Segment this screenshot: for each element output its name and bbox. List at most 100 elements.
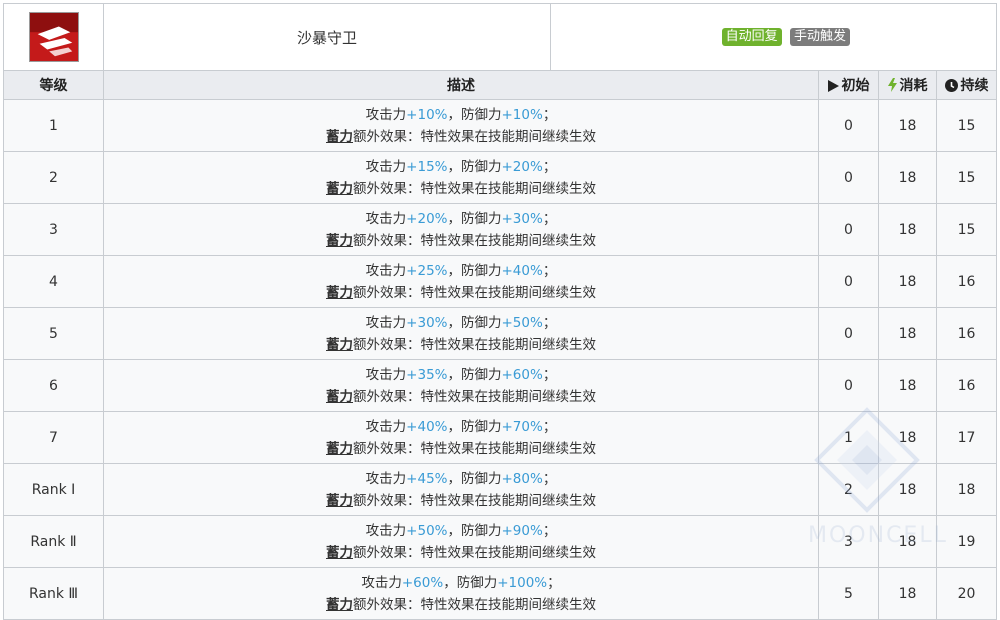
def-bonus: +60% (501, 366, 543, 383)
stat-line: 攻击力+30%，防御力+50%； (105, 312, 817, 334)
def-label: 防御力 (461, 158, 502, 175)
charge-keyword-link[interactable]: 蓄力 (326, 545, 353, 561)
duration-cell: 16 (935, 359, 998, 412)
extra-effect-line: 蓄力额外效果：特性效果在技能期间继续生效 (105, 178, 817, 200)
def-bonus: +100% (497, 574, 548, 591)
atk-label: 攻击力 (365, 262, 407, 279)
column-header-row: 等级 描述 初始 消耗 持续 (3, 70, 998, 100)
table-row: 3 攻击力+20%，防御力+30%； 蓄力额外效果：特性效果在技能期间继续生效 0 18… (3, 203, 998, 256)
skill-tags: 自动回复 手动触发 (549, 3, 998, 71)
comma: ， (443, 574, 457, 591)
sp-cost-cell: 18 (878, 359, 937, 412)
stat-line: 攻击力+25%，防御力+40%； (105, 260, 817, 282)
extra-effect-line: 蓄力额外效果：特性效果在技能期间继续生效 (105, 542, 817, 564)
initial-sp-cell: 5 (818, 567, 879, 620)
header-initial: 初始 (818, 70, 879, 100)
header-level: 等级 (3, 70, 104, 100)
atk-bonus: +15% (406, 158, 448, 175)
extra-effect-text: 额外效果：特性效果在技能期间继续生效 (353, 388, 596, 405)
comma: ， (447, 210, 462, 227)
extra-effect-text: 额外效果：特性效果在技能期间继续生效 (353, 232, 596, 249)
description-cell: 攻击力+45%，防御力+80%； 蓄力额外效果：特性效果在技能期间继续生效 (103, 463, 819, 516)
def-bonus: +20% (501, 158, 543, 175)
charge-keyword-link[interactable]: 蓄力 (326, 389, 353, 405)
def-bonus: +10% (501, 106, 543, 123)
semicolon: ； (542, 314, 557, 331)
comma: ， (447, 158, 462, 175)
sp-cost-cell: 18 (878, 255, 937, 308)
atk-label: 攻击力 (361, 574, 402, 591)
description-cell: 攻击力+10%，防御力+10%； 蓄力额外效果：特性效果在技能期间继续生效 (103, 99, 819, 152)
level-cell: 3 (3, 203, 104, 256)
def-bonus: +40% (501, 262, 543, 279)
comma: ， (447, 418, 462, 435)
stat-line: 攻击力+10%，防御力+10%； (105, 104, 817, 126)
stat-line: 攻击力+40%，防御力+70%； (105, 416, 817, 438)
duration-cell: 16 (935, 255, 998, 308)
def-label: 防御力 (461, 470, 502, 487)
description-cell: 攻击力+30%，防御力+50%； 蓄力额外效果：特性效果在技能期间继续生效 (103, 307, 819, 360)
charge-keyword-link[interactable]: 蓄力 (326, 337, 353, 353)
semicolon: ； (542, 418, 557, 435)
charge-keyword-link[interactable]: 蓄力 (326, 129, 353, 145)
play-icon (827, 80, 839, 92)
level-cell: Rank Ⅱ (3, 515, 104, 568)
sp-cost-cell: 18 (878, 99, 937, 152)
extra-effect-text: 额外效果：特性效果在技能期间继续生效 (353, 544, 596, 561)
skill-name: 沙暴守卫 (103, 3, 551, 71)
duration-cell: 19 (935, 515, 998, 568)
atk-label: 攻击力 (365, 522, 407, 539)
description-cell: 攻击力+25%，防御力+40%； 蓄力额外效果：特性效果在技能期间继续生效 (103, 255, 819, 308)
sp-cost-cell: 18 (878, 151, 937, 204)
comma: ， (447, 106, 462, 123)
initial-sp-cell: 1 (818, 411, 879, 464)
atk-bonus: +50% (406, 522, 448, 539)
skill-table: 沙暴守卫 自动回复 手动触发 等级 描述 初始 消耗 持续 1 攻击力+10%，防… (3, 3, 998, 620)
table-row: 7 攻击力+40%，防御力+70%； 蓄力额外效果：特性效果在技能期间继续生效 1 18… (3, 411, 998, 464)
charge-keyword-link[interactable]: 蓄力 (326, 181, 353, 197)
atk-label: 攻击力 (365, 470, 407, 487)
stat-line: 攻击力+45%，防御力+80%； (105, 468, 817, 490)
description-cell: 攻击力+20%，防御力+30%； 蓄力额外效果：特性效果在技能期间继续生效 (103, 203, 819, 256)
tag-auto-recovery: 自动回复 (721, 28, 782, 46)
def-bonus: +80% (501, 470, 543, 487)
extra-effect-text: 额外效果：特性效果在技能期间继续生效 (353, 440, 596, 457)
duration-cell: 16 (935, 307, 998, 360)
comma: ， (447, 522, 462, 539)
duration-cell: 18 (935, 463, 998, 516)
extra-effect-line: 蓄力额外效果：特性效果在技能期间继续生效 (105, 594, 817, 616)
extra-effect-line: 蓄力额外效果：特性效果在技能期间继续生效 (105, 386, 817, 408)
def-label: 防御力 (461, 418, 502, 435)
charge-keyword-link[interactable]: 蓄力 (326, 441, 353, 457)
comma: ， (447, 314, 462, 331)
table-row: Rank Ⅲ 攻击力+60%，防御力+100%； 蓄力额外效果：特性效果在技能期间继… (3, 567, 998, 620)
charge-keyword-link[interactable]: 蓄力 (326, 233, 353, 249)
extra-effect-line: 蓄力额外效果：特性效果在技能期间继续生效 (105, 230, 817, 252)
tag-manual-trigger: 手动触发 (790, 28, 851, 46)
comma: ， (447, 262, 462, 279)
extra-effect-text: 额外效果：特性效果在技能期间继续生效 (353, 284, 596, 301)
atk-label: 攻击力 (365, 314, 407, 331)
atk-bonus: +45% (406, 470, 448, 487)
description-cell: 攻击力+15%，防御力+20%； 蓄力额外效果：特性效果在技能期间继续生效 (103, 151, 819, 204)
charge-keyword-link[interactable]: 蓄力 (326, 285, 353, 301)
duration-cell: 15 (935, 203, 998, 256)
semicolon: ； (542, 158, 557, 175)
level-cell: 6 (3, 359, 104, 412)
semicolon: ； (542, 366, 557, 383)
charge-keyword-link[interactable]: 蓄力 (326, 493, 353, 509)
semicolon: ； (542, 262, 557, 279)
initial-sp-cell: 0 (818, 307, 879, 360)
atk-label: 攻击力 (365, 210, 407, 227)
comma: ， (447, 470, 462, 487)
atk-label: 攻击力 (365, 418, 407, 435)
initial-sp-cell: 0 (818, 99, 879, 152)
header-initial-label: 初始 (841, 78, 870, 94)
semicolon: ； (542, 106, 557, 123)
description-cell: 攻击力+40%，防御力+70%； 蓄力额外效果：特性效果在技能期间继续生效 (103, 411, 819, 464)
duration-cell: 17 (935, 411, 998, 464)
stat-line: 攻击力+15%，防御力+20%； (105, 156, 817, 178)
header-cost-label: 消耗 (899, 78, 928, 94)
charge-keyword-link[interactable]: 蓄力 (326, 597, 353, 613)
table-row: 1 攻击力+10%，防御力+10%； 蓄力额外效果：特性效果在技能期间继续生效 0 18… (3, 99, 998, 152)
